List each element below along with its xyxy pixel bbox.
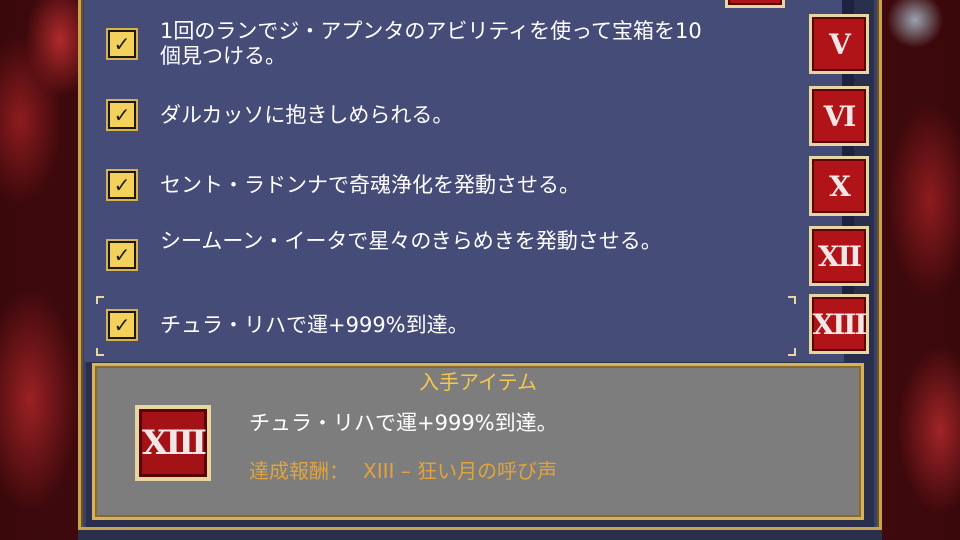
item-detail-panel: 入手アイテム XIII チュラ・リハで運+999%到達。 達成報酬： XIII –…: [92, 363, 864, 520]
badge-partial: [725, 0, 785, 8]
check-icon: ✓: [110, 173, 134, 197]
achievement-text: チュラ・リハで運+999%到達。: [160, 313, 469, 337]
achievement-text: セント・ラドンナで奇魂浄化を発動させる。: [160, 173, 580, 197]
detail-description: チュラ・リハで運+999%到達。: [249, 411, 558, 435]
list-item[interactable]: ✓ セント・ラドンナで奇魂浄化を発動させる。 X: [84, 154, 869, 218]
list-item[interactable]: ✓ ダルカッソに抱きしめられる。 VI: [84, 84, 869, 148]
checkbox[interactable]: ✓: [106, 28, 138, 60]
checkbox[interactable]: ✓: [106, 169, 138, 201]
detail-title: 入手アイテム: [419, 370, 537, 394]
numeral-badge: V: [809, 14, 869, 74]
check-icon: ✓: [110, 243, 134, 267]
selection-corner: [96, 348, 104, 356]
check-icon: ✓: [110, 103, 134, 127]
achievement-text: 1回のランでジ・アプンタのアビリティを使って宝箱を10個見つける。: [160, 19, 702, 68]
checkbox[interactable]: ✓: [106, 239, 138, 271]
numeral-badge: XII: [809, 226, 869, 286]
numeral-badge: VI: [809, 86, 869, 146]
check-icon: ✓: [110, 313, 134, 337]
achievement-text: ダルカッソに抱きしめられる。: [160, 103, 454, 127]
selection-corner: [96, 296, 104, 304]
list-item[interactable]: ✓ シームーン・イータで星々のきらめきを発動させる。 XII: [84, 224, 869, 288]
list-item[interactable]: ✓ 1回のランでジ・アプンタのアビリティを使って宝箱を10個見つける。 V: [84, 12, 869, 78]
panel-bottom-frame: [78, 527, 882, 540]
detail-reward: 達成報酬： XIII – 狂い月の呼び声: [249, 458, 557, 484]
check-icon: ✓: [110, 32, 134, 56]
numeral-badge: X: [809, 156, 869, 216]
checkbox[interactable]: ✓: [106, 99, 138, 131]
checkbox[interactable]: ✓: [106, 309, 138, 341]
reward-value: XIII – 狂い月の呼び声: [363, 459, 558, 483]
achievement-text: シームーン・イータで星々のきらめきを発動させる。: [160, 229, 662, 253]
reward-label: 達成報酬：: [249, 459, 349, 483]
detail-numeral-badge: XIII: [135, 405, 211, 481]
list-item-selected[interactable]: ✓ チュラ・リハで運+999%到達。 XIII: [84, 294, 869, 358]
numeral-badge: XIII: [809, 294, 869, 354]
selection-corner: [788, 348, 796, 356]
selection-corner: [788, 296, 796, 304]
